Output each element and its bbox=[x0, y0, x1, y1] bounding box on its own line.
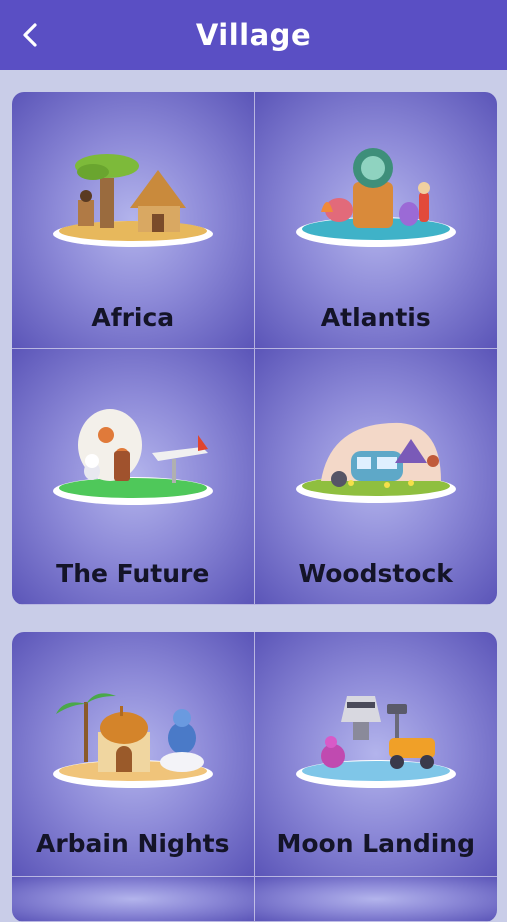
chevron-left-icon bbox=[23, 23, 37, 47]
page-title: Village bbox=[195, 18, 312, 52]
africa-illustration bbox=[52, 154, 213, 247]
village-tile-woodstock[interactable]: Woodstock bbox=[254, 348, 497, 605]
tile-label: Africa bbox=[91, 302, 175, 332]
tile-label: The Future bbox=[56, 559, 210, 588]
village-tile-africa[interactable]: Africa bbox=[12, 92, 255, 349]
tile-label: Woodstock bbox=[298, 559, 453, 588]
village-tile-the-future[interactable]: The Future bbox=[12, 348, 255, 605]
atlantis-illustration bbox=[295, 148, 456, 247]
app-header: Village bbox=[0, 0, 507, 70]
moon-landing-illustration bbox=[295, 696, 456, 788]
tile-label: Arbain Nights bbox=[35, 829, 230, 858]
village-group-1: Africa Atlantis The Future Woodstock bbox=[12, 92, 497, 605]
back-button[interactable] bbox=[14, 18, 46, 52]
village-tile-atlantis[interactable]: Atlantis bbox=[254, 92, 497, 349]
village-tile-moon-landing[interactable]: Moon Landing bbox=[254, 632, 497, 877]
arbain-nights-illustration bbox=[52, 693, 213, 788]
the-future-illustration bbox=[52, 408, 213, 505]
woodstock-illustration bbox=[295, 422, 456, 503]
village-group-2: Arbain Nights Moon Landing bbox=[12, 632, 497, 922]
tile-label: Moon Landing bbox=[276, 829, 476, 858]
tile-label: Atlantis bbox=[320, 302, 431, 332]
village-tile-arbain-nights[interactable]: Arbain Nights bbox=[12, 632, 255, 877]
